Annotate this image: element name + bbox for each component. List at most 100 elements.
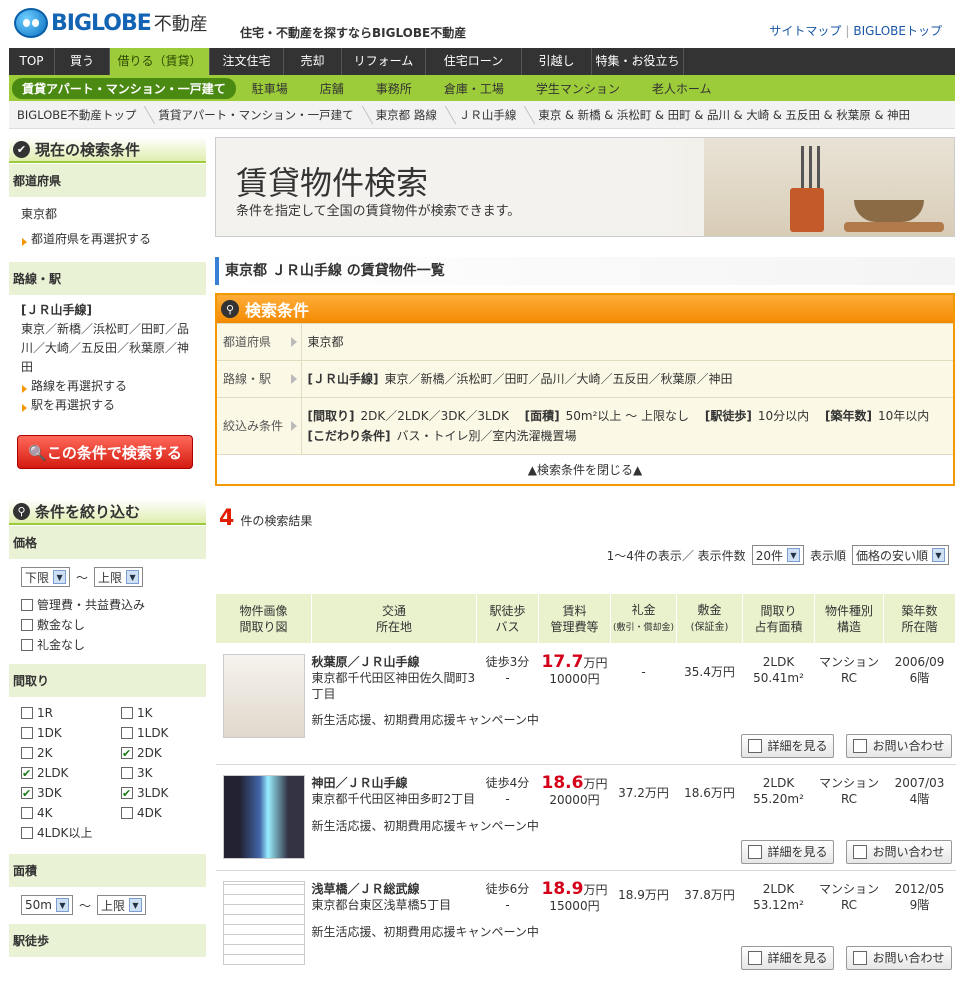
madori-2ldk[interactable]: 2LDK bbox=[21, 763, 121, 784]
floor: 9階 bbox=[909, 898, 930, 912]
built-date: 2012/05 bbox=[894, 882, 945, 896]
document-icon bbox=[748, 951, 763, 965]
subnav-office[interactable]: 事務所 bbox=[360, 80, 428, 97]
contact-button[interactable]: お問い合わせ bbox=[846, 734, 952, 758]
subnav-rental-housing[interactable]: 賃貸アパート・マンション・一戸建て bbox=[12, 77, 236, 99]
chevron-down-icon: ▼ bbox=[126, 570, 140, 584]
reselect-pref-link[interactable]: 都道府県を再選択する bbox=[21, 232, 151, 246]
col-header: 物件種別 構造 bbox=[814, 593, 884, 644]
madori-4dk[interactable]: 4DK bbox=[121, 803, 211, 823]
detail-button[interactable]: 詳細を見る bbox=[741, 734, 835, 758]
madori-3ldk[interactable]: 3LDK bbox=[121, 783, 211, 804]
utensil-shape bbox=[809, 146, 812, 194]
per-page-select[interactable]: 20件 ▼ bbox=[751, 545, 804, 565]
station-line[interactable]: 神田／ＪＲ山手線 bbox=[312, 775, 477, 791]
nav-custom-house[interactable]: 注文住宅 bbox=[210, 48, 284, 75]
list-title: 東京都 ＪＲ山手線 の賃貸物件一覧 bbox=[215, 257, 955, 285]
madori-2k[interactable]: 2K bbox=[21, 743, 121, 763]
sidebar: ✔ 現在の検索条件 都道府県 東京都 都道府県を再選択する 路線・駅 [ＪＲ山手線… bbox=[9, 137, 206, 957]
detail-button[interactable]: 詳細を見る bbox=[741, 840, 835, 864]
nav-top[interactable]: TOP bbox=[9, 48, 55, 75]
price-max-select[interactable]: 上限 ▼ bbox=[94, 567, 144, 587]
subnav-warehouse[interactable]: 倉庫・工場 bbox=[428, 80, 520, 97]
property-photo[interactable] bbox=[222, 654, 305, 738]
reselect-station-link[interactable]: 駅を再選択する bbox=[21, 398, 115, 412]
checkbox-no-key-money[interactable]: 礼金なし bbox=[9, 635, 206, 655]
subnav-elderly-home[interactable]: 老人ホーム bbox=[636, 80, 728, 97]
site-logo[interactable]: BIGLOBE 不動産 bbox=[14, 8, 208, 38]
pot-shape bbox=[790, 188, 824, 232]
top-links: サイトマップ | BIGLOBEトップ bbox=[769, 22, 942, 39]
nav-reform[interactable]: リフォーム bbox=[342, 48, 426, 75]
campaign-note: 新生活応援、初期費用応援キャンペーン中 bbox=[311, 925, 539, 939]
breadcrumb-item[interactable]: 賃貸アパート・マンション・一戸建て bbox=[150, 101, 367, 129]
madori-1k[interactable]: 1K bbox=[121, 703, 211, 723]
breadcrumb-current: 東京 & 新橋 & 浜松町 & 田町 & 品川 & 大崎 & 五反田 & 秋葉原… bbox=[538, 107, 911, 122]
cond-value: [間取り] 2DK／2LDK／3DK／3LDK [面積] 50m²以上 ～ 上限なし… bbox=[301, 397, 953, 454]
col-header: 築年数 所在階 bbox=[883, 593, 956, 644]
breadcrumb-item[interactable]: ＪＲ山手線 bbox=[451, 101, 531, 129]
built-date: 2007/03 bbox=[894, 776, 945, 790]
nav-buy[interactable]: 買う bbox=[55, 48, 110, 75]
sort-label: 表示順 bbox=[809, 548, 846, 563]
madori-1r[interactable]: 1R bbox=[21, 703, 121, 723]
nav-sell[interactable]: 売却 bbox=[284, 48, 342, 75]
sub-nav: 賃貸アパート・マンション・一戸建て 駐車場 店舗 事務所 倉庫・工場 学生マンシ… bbox=[9, 75, 955, 101]
floor: 4階 bbox=[909, 792, 930, 806]
close-conditions-link[interactable]: ▲検索条件を閉じる▲ bbox=[217, 454, 953, 484]
floor-plan-image[interactable] bbox=[222, 881, 305, 965]
detail-button[interactable]: 詳細を見る bbox=[741, 946, 835, 970]
col-header: 賃料 管理費等 bbox=[538, 593, 611, 644]
subnav-store[interactable]: 店舗 bbox=[304, 80, 360, 97]
madori-3dk[interactable]: 3DK bbox=[21, 783, 121, 804]
bus-time: - bbox=[505, 898, 510, 912]
subnav-student[interactable]: 学生マンション bbox=[520, 80, 636, 97]
table-row-footer: 新生活応援、初期費用応援キャンペーン中 詳細を見る お問い合わせ bbox=[216, 914, 956, 976]
station-line[interactable]: 浅草橋／ＪＲ総武線 bbox=[312, 881, 477, 897]
reselect-line-link[interactable]: 路線を再選択する bbox=[21, 379, 127, 393]
table-row: 神田／ＪＲ山手線 東京都千代田区神田多町2丁目 徒歩4分 - 18.6万円 20000… bbox=[215, 764, 956, 871]
plate-shape bbox=[844, 222, 944, 232]
result-count: 4 件の検索結果 bbox=[219, 506, 313, 531]
sitemap-link[interactable]: サイトマップ bbox=[769, 24, 841, 38]
reikin: 18.9万円 bbox=[610, 870, 677, 914]
price-min-select[interactable]: 下限 ▼ bbox=[21, 567, 71, 587]
biglobe-top-link[interactable]: BIGLOBEトップ bbox=[853, 24, 942, 38]
property-photo[interactable] bbox=[222, 775, 305, 859]
price-label: 価格 bbox=[9, 525, 206, 559]
nav-features[interactable]: 特集・お役立ち bbox=[592, 48, 684, 75]
search-with-conditions-button[interactable]: 🔍この条件で検索する bbox=[17, 435, 193, 469]
breadcrumb-item[interactable]: 東京都 路線 bbox=[368, 101, 451, 129]
madori-1ldk[interactable]: 1LDK bbox=[121, 723, 211, 743]
checkbox-no-deposit[interactable]: 敷金なし bbox=[9, 615, 206, 635]
subnav-parking[interactable]: 駐車場 bbox=[236, 80, 304, 97]
divider: | bbox=[845, 24, 850, 38]
walk-label: 駅徒歩 bbox=[9, 923, 206, 957]
contact-button[interactable]: お問い合わせ bbox=[846, 946, 952, 970]
madori-1dk[interactable]: 1DK bbox=[21, 723, 121, 743]
madori-3k[interactable]: 3K bbox=[121, 763, 211, 783]
nav-moving[interactable]: 引越し bbox=[522, 48, 592, 75]
madori-4k[interactable]: 4K bbox=[21, 803, 121, 823]
nav-loan[interactable]: 住宅ローン bbox=[426, 48, 522, 75]
cond-key: 絞込み条件 bbox=[217, 397, 302, 454]
contact-button[interactable]: お問い合わせ bbox=[846, 840, 952, 864]
rent: 18.6万円 bbox=[541, 773, 608, 793]
banner-title: 賃貸物件検索 bbox=[236, 164, 429, 202]
chevron-down-icon: ▼ bbox=[129, 898, 142, 912]
checkbox-mgmt-fee[interactable]: 管理費・共益費込み bbox=[9, 595, 206, 615]
madori-4ldk-plus[interactable]: 4LDK以上 bbox=[21, 823, 121, 843]
campaign-note: 新生活応援、初期費用応援キャンペーン中 bbox=[311, 819, 539, 833]
result-controls: 1～4件の表示／ 表示件数 20件 ▼ 表示順 価格の安い順 ▼ bbox=[607, 545, 949, 565]
area-min-select[interactable]: 50m ▼ bbox=[21, 895, 73, 915]
breadcrumb-item[interactable]: BIGLOBE不動産トップ bbox=[9, 101, 150, 129]
station-line[interactable]: 秋葉原／ＪＲ山手線 bbox=[312, 654, 477, 670]
madori-2dk[interactable]: 2DK bbox=[121, 743, 211, 764]
layout: 2LDK bbox=[762, 655, 795, 669]
col-header: 物件画像 間取り図 bbox=[215, 593, 312, 644]
sort-select[interactable]: 価格の安い順 ▼ bbox=[851, 545, 949, 565]
nav-rent[interactable]: 借りる（賃貸） bbox=[110, 48, 210, 75]
main-content: 賃貸物件検索 条件を指定して全国の賃貸物件が検索できます。 東京都 ＪＲ山手線 … bbox=[215, 137, 956, 976]
area-label: 面積 bbox=[9, 853, 206, 887]
area-max-select[interactable]: 上限 ▼ bbox=[96, 895, 146, 915]
